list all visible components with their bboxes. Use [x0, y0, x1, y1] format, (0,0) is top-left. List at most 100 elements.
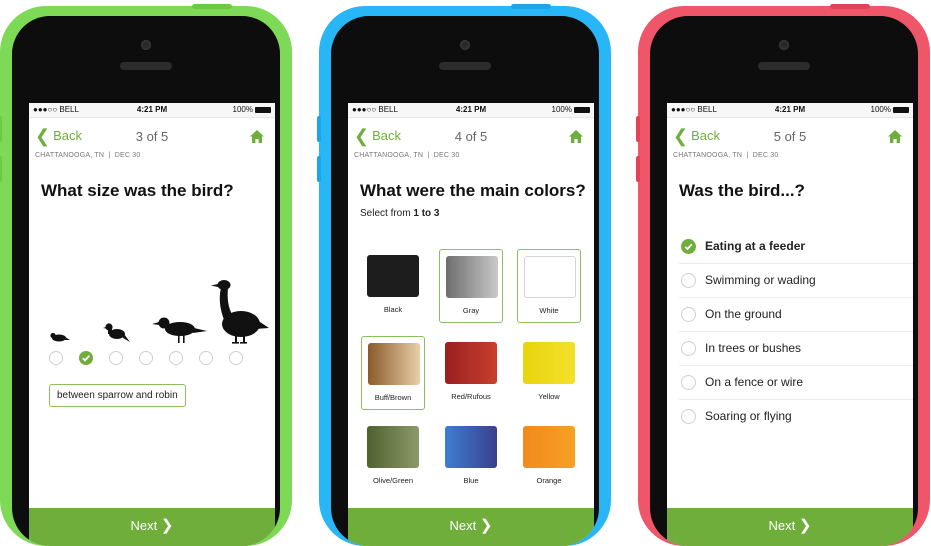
home-icon[interactable] [568, 129, 584, 149]
radio-icon [681, 409, 696, 424]
color-swatch-black[interactable]: Black [361, 249, 425, 323]
option-on-the-ground[interactable]: On the ground [679, 298, 913, 332]
color-swatch-gray[interactable]: Gray [439, 249, 503, 323]
back-button[interactable]: ❮ Back [673, 126, 720, 147]
radio-icon [681, 273, 696, 288]
radio-checked-icon [681, 239, 696, 254]
battery-indicator: 100% [552, 105, 590, 114]
camera-icon [779, 40, 789, 50]
color-swatch-white[interactable]: White [517, 249, 581, 323]
phone-side-button [317, 116, 321, 142]
location-line: CHATTANOOGA, TN | DEC 30 [354, 152, 460, 159]
swatch-fill [445, 342, 497, 384]
swatch-label: Gray [462, 306, 480, 315]
color-swatch-buff-brown[interactable]: Buff/Brown [361, 336, 425, 410]
swatch-fill [367, 426, 419, 468]
next-button[interactable]: Next ❯ [348, 508, 594, 546]
option-on-fence-or-wire[interactable]: On a fence or wire [679, 366, 913, 400]
question-title: What size was the bird? [41, 181, 234, 200]
battery-icon [574, 106, 590, 113]
option-label: On a fence or wire [705, 375, 804, 389]
size-option-1[interactable] [49, 351, 63, 365]
size-option-7[interactable] [229, 351, 243, 365]
bird-size-silhouettes [50, 280, 269, 344]
phone-blue: ●●●○○ BELL 4:21 PM 100% ❮ Back 4 of 5 CHA… [317, 4, 611, 546]
speaker-grille [758, 62, 810, 70]
color-swatch-orange[interactable]: Orange [517, 420, 581, 494]
battery-icon [255, 106, 271, 113]
check-icon [82, 354, 91, 362]
nav-bar: ❮ Back 5 of 5 [667, 118, 913, 152]
option-label: Swimming or wading [705, 273, 816, 287]
chevron-left-icon: ❮ [35, 126, 51, 146]
option-label: In trees or bushes [705, 341, 802, 355]
robin-silhouette [103, 323, 130, 342]
option-label: On the ground [705, 307, 782, 321]
swatch-fill [367, 255, 419, 297]
chevron-left-icon: ❮ [354, 126, 370, 146]
home-icon[interactable] [249, 129, 265, 149]
option-in-trees-or-bushes[interactable]: In trees or bushes [679, 332, 913, 366]
phone-top-button [511, 4, 551, 9]
swatch-label: Buff/Brown [374, 393, 412, 402]
chevron-right-icon: ❯ [160, 517, 174, 534]
date-label: DEC 30 [433, 152, 460, 159]
option-swimming-or-wading[interactable]: Swimming or wading [679, 264, 913, 298]
color-swatch-blue[interactable]: Blue [439, 420, 503, 494]
size-option-4[interactable] [139, 351, 153, 365]
swatch-fill [446, 256, 498, 298]
radio-icon [681, 341, 696, 356]
size-option-6[interactable] [199, 351, 213, 365]
next-button[interactable]: Next ❯ [667, 508, 913, 546]
location-line: CHATTANOOGA, TN | DEC 30 [673, 152, 779, 159]
date-label: DEC 30 [114, 152, 141, 159]
radio-icon [681, 307, 696, 322]
question-title: Was the bird...? [679, 181, 805, 200]
color-swatch-yellow[interactable]: Yellow [517, 336, 581, 410]
swatch-label: Orange [536, 476, 562, 485]
battery-icon [893, 106, 909, 113]
swatch-label: Blue [463, 476, 479, 485]
next-button[interactable]: Next ❯ [29, 508, 275, 546]
location-label: CHATTANOOGA, TN [673, 152, 743, 159]
back-button[interactable]: ❮ Back [354, 126, 401, 147]
option-eating-at-feeder[interactable]: Eating at a feeder [679, 230, 913, 264]
option-soaring-or-flying[interactable]: Soaring or flying [679, 400, 913, 433]
instruction-prefix: Select from [360, 208, 411, 219]
status-bar: ●●●○○ BELL 4:21 PM 100% [667, 103, 913, 118]
swatch-label: Red/Rufous [451, 392, 491, 401]
speaker-grille [439, 62, 491, 70]
battery-indicator: 100% [233, 105, 271, 114]
home-icon[interactable] [887, 129, 903, 149]
swatch-label: Yellow [538, 392, 560, 401]
color-swatch-red-rufous[interactable]: Red/Rufous [439, 336, 503, 410]
chevron-right-icon: ❯ [479, 517, 493, 534]
back-label: Back [53, 128, 82, 143]
phone-side-button [0, 116, 2, 142]
size-option-3[interactable] [109, 351, 123, 365]
size-option-2[interactable] [79, 351, 93, 365]
swatch-fill [523, 342, 575, 384]
date-label: DEC 30 [752, 152, 779, 159]
colors-screen: ●●●○○ BELL 4:21 PM 100% ❮ Back 4 of 5 CHA… [348, 103, 594, 546]
status-bar: ●●●○○ BELL 4:21 PM 100% [348, 103, 594, 118]
phone-bezel: ●●●○○ BELL 4:21 PM 100% ❮ Back 5 of 5 CHA… [650, 16, 918, 546]
camera-icon [460, 40, 470, 50]
chevron-left-icon: ❮ [673, 126, 689, 146]
size-option-5[interactable] [169, 351, 183, 365]
battery-percent: 100% [232, 105, 253, 114]
phone-side-button [636, 156, 640, 182]
phone-bezel: ●●●○○ BELL 4:21 PM 100% ❮ Back 3 of 5 CHA… [12, 16, 280, 546]
next-label: Next [130, 518, 158, 533]
battery-percent: 100% [551, 105, 572, 114]
goose-silhouette [211, 280, 269, 344]
camera-icon [141, 40, 151, 50]
option-label: Soaring or flying [705, 409, 792, 423]
color-swatch-olive-green[interactable]: Olive/Green [361, 420, 425, 494]
swatch-fill [445, 426, 497, 468]
swatch-label: Olive/Green [372, 476, 414, 485]
chevron-right-icon: ❯ [798, 517, 812, 534]
nav-bar: ❮ Back 3 of 5 [29, 118, 275, 152]
question-title: What were the main colors? [360, 181, 586, 200]
back-button[interactable]: ❮ Back [35, 126, 82, 147]
